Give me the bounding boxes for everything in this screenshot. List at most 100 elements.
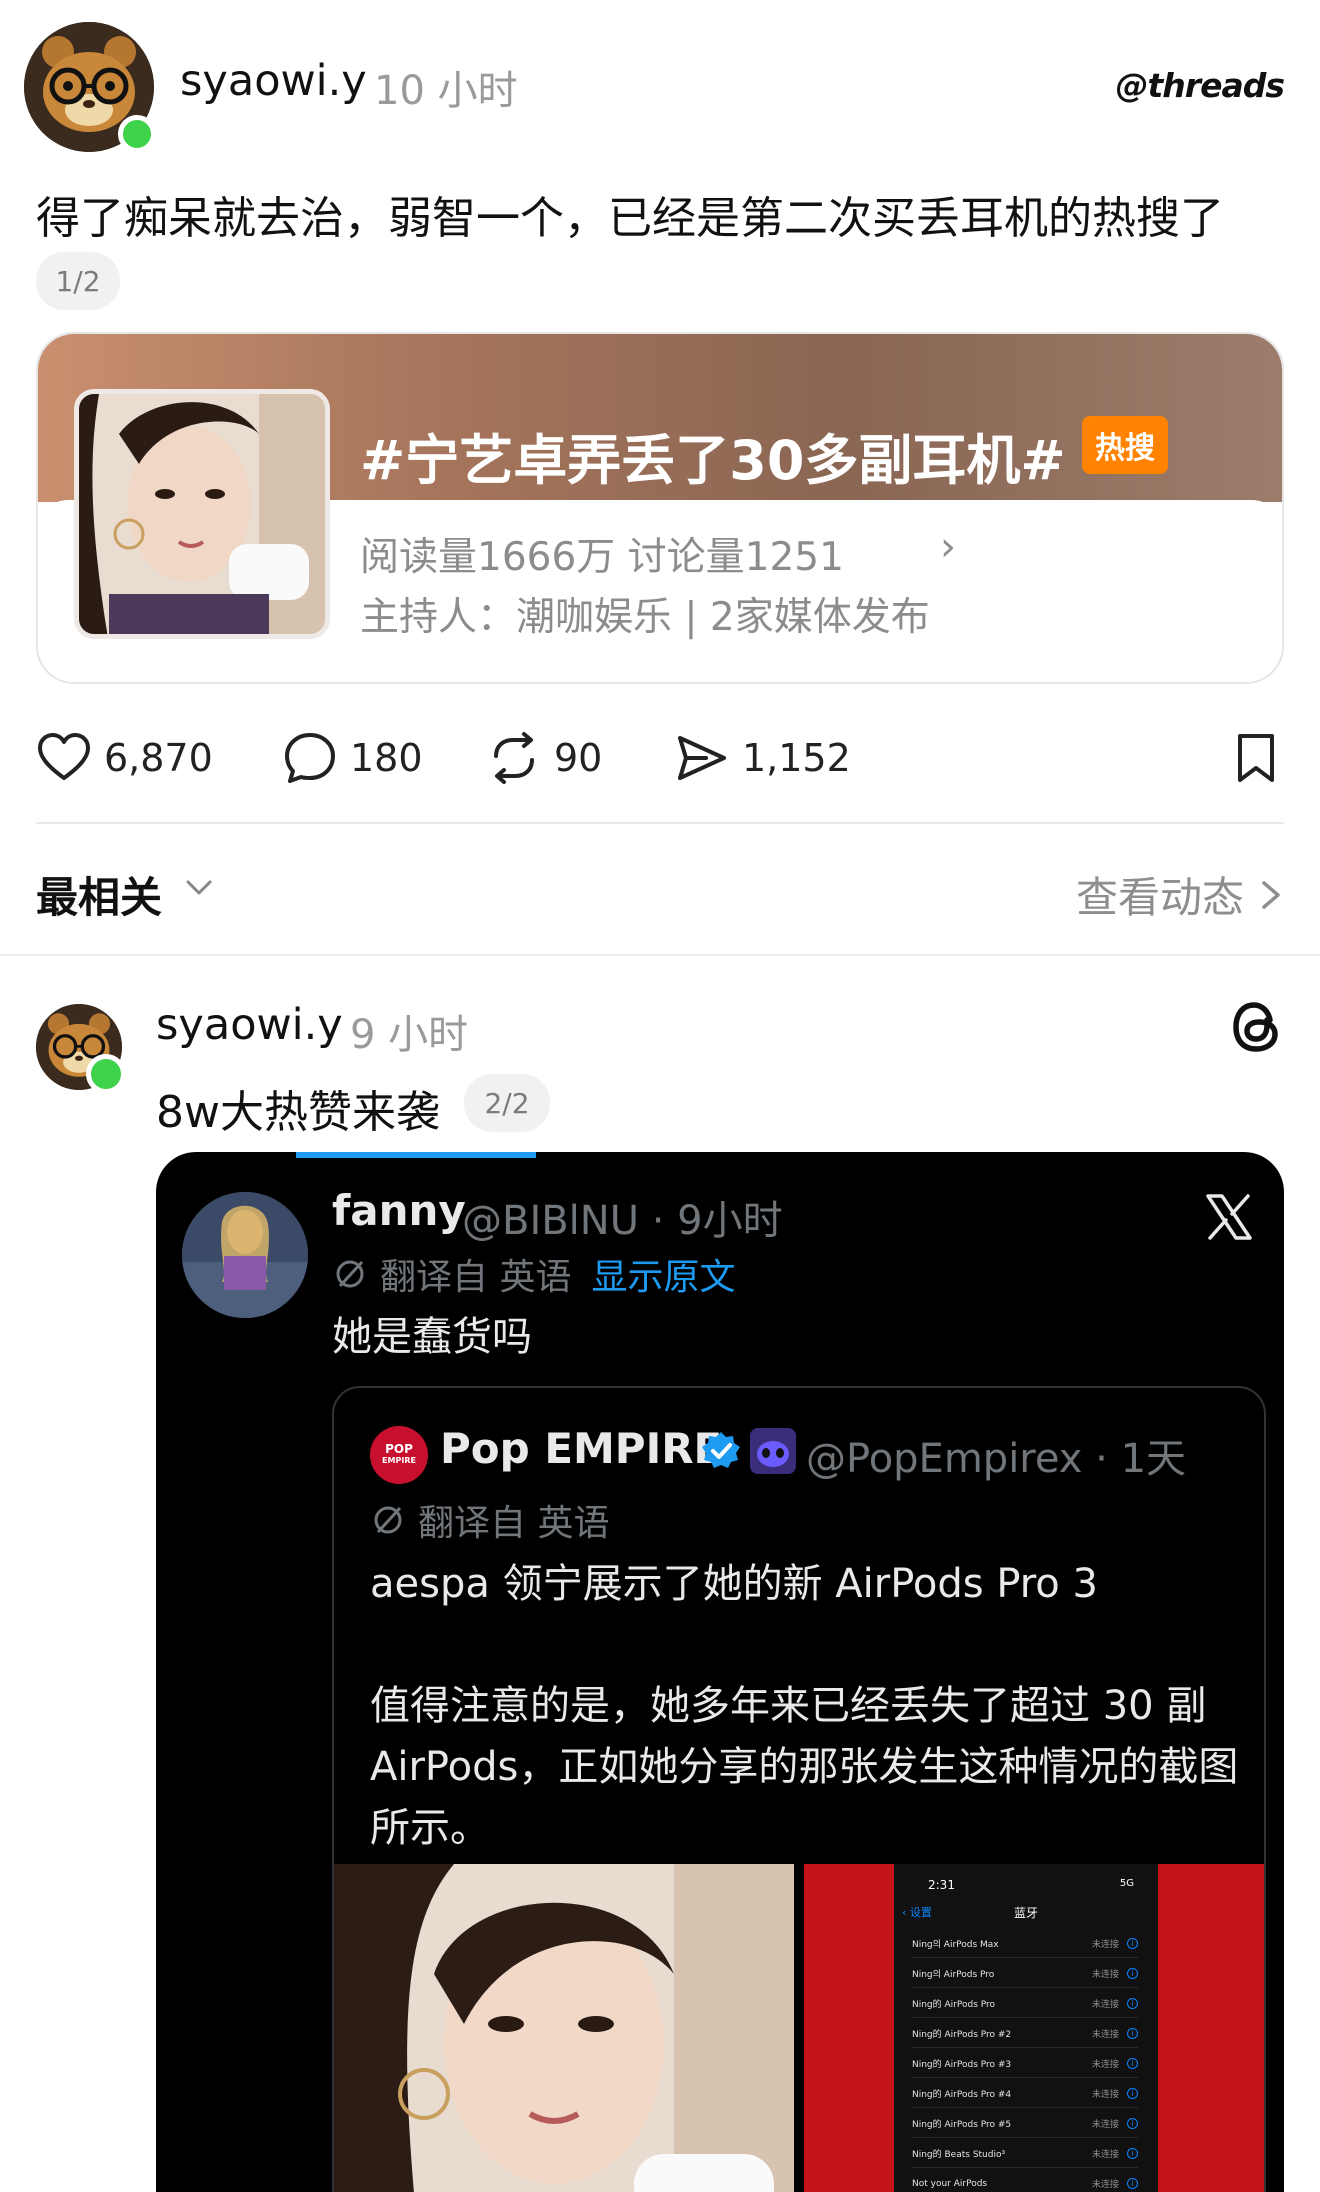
device-row: Ning的 AirPods Pro #2 未连接 i [912, 2020, 1138, 2048]
section-divider [0, 954, 1320, 956]
quoted-display-name: Pop EMPIRE [440, 1424, 723, 1473]
comment-count: 180 [350, 736, 423, 780]
threads-at-icon: @ [1115, 66, 1149, 105]
info-icon: i [1127, 1998, 1138, 2009]
hot-search-thumbnail [74, 389, 330, 639]
comment-icon [285, 733, 335, 783]
device-row: Ning的 AirPods Pro #3 未连接 i [912, 2050, 1138, 2078]
device-state: 未连接 [1091, 1940, 1119, 1950]
hot-search-title: #宁艺卓弄丢了30多副耳机# [360, 429, 1066, 492]
threads-brand-text: threads [1147, 66, 1285, 105]
bookmark-icon [1238, 734, 1274, 782]
device-state: 未连接 [1091, 2090, 1119, 2100]
device-name: Not your AirPods [912, 2178, 988, 2189]
quoted-handle: @PopEmpirex · 1天 [806, 1436, 1187, 1482]
quoted-text-line-2: 值得注意的是，她多年来已经丢失了超过 30 副 AirPods，正如她分享的那张… [370, 1683, 1239, 1851]
quoted-post[interactable]: POP EMPIRE Pop EMPIRE @PopEmpirex · 1天 翻… [332, 1386, 1266, 2192]
x-post-text: 她是蠢货吗 [332, 1314, 532, 1360]
device-state: 未连接 [1091, 2180, 1119, 2190]
online-status-dot [86, 1054, 126, 1094]
view-activity-label: 查看动态 [1075, 873, 1244, 922]
x-translated-from: 翻译自 英语 [380, 1257, 572, 1298]
device-state: 未连接 [1091, 2000, 1119, 2010]
quoted-avatar-text-bottom: EMPIRE [382, 1456, 416, 1465]
x-user-avatar [182, 1192, 308, 1318]
username[interactable]: syaowi.y [156, 1000, 343, 1050]
post-time: 9 小时 [350, 1012, 469, 1058]
info-icon: i [1127, 1938, 1138, 1949]
repost-icon [494, 732, 534, 784]
quoted-photo [334, 1864, 794, 2192]
translate-icon [336, 1260, 364, 1288]
quoted-post-text: aespa 领宁展示了她的新 AirPods Pro 3 值得注意的是，她多年来… [370, 1554, 1250, 1859]
alien-emoji-icon [750, 1428, 796, 1474]
share-button[interactable]: 1,152 [674, 730, 851, 786]
info-icon: i [1127, 2178, 1138, 2189]
embedded-x-screenshot[interactable]: fanny @BIBlNU · 9小时 翻译自 英语 显示原文 她是蠢货吗 PO… [156, 1152, 1284, 2192]
quoted-translated-from: 翻译自 英语 [418, 1503, 610, 1544]
repost-count: 90 [554, 736, 603, 780]
view-activity-link[interactable]: 查看动态 [1076, 864, 1284, 925]
threads-icon[interactable] [1230, 998, 1284, 1056]
post-text: 8w大热赞来袭 [156, 1087, 440, 1138]
like-button[interactable]: 6,870 [36, 730, 213, 786]
post-text: 得了痴呆就去治，弱智一个，已经是第二次买丢耳机的热搜了 [36, 193, 1224, 244]
device-name: Ning的 AirPods Pro #4 [912, 2090, 1012, 2100]
phone-screen: 2:31 5G ‹ 设置 蓝牙 Ning의 AirPods Max 未连接 i Ni… [894, 1864, 1158, 2192]
bookmark-button[interactable] [1228, 730, 1284, 786]
phone-time: 2:31 [928, 1878, 955, 1892]
device-row: Ning的 AirPods Pro 未连接 i [912, 1990, 1138, 2018]
info-icon: i [1127, 2088, 1138, 2099]
device-state: 未连接 [1091, 2030, 1119, 2040]
chevron-right-icon [1262, 880, 1280, 909]
online-status-dot [118, 115, 156, 153]
phone-title: 蓝牙 [1013, 1906, 1038, 1920]
device-row: Not your AirPods 未连接 i [912, 2170, 1138, 2192]
quoted-avatar-text-top: POP [385, 1442, 413, 1456]
x-tab-indicator [296, 1152, 536, 1158]
x-display-name: fanny [332, 1186, 466, 1235]
page-indicator: 2/2 [464, 1074, 550, 1132]
comment-button[interactable]: 180 [282, 730, 423, 786]
info-icon: i [1127, 2148, 1138, 2159]
device-row: Ning的 AirPods Pro #5 未连接 i [912, 2110, 1138, 2138]
username[interactable]: syaowi.y [180, 56, 367, 106]
device-state: 未连接 [1091, 2120, 1119, 2130]
page-indicator: 1/2 [36, 252, 120, 310]
quoted-translation-note: 翻译自 英语 [370, 1494, 609, 1546]
device-state: 未连接 [1091, 1970, 1119, 1980]
phone-status: 5G [1119, 1878, 1134, 1889]
chevron-right-icon: › [940, 524, 956, 570]
device-state: 未连接 [1091, 2060, 1119, 2070]
hot-badge: 热搜 [1082, 416, 1168, 474]
verified-badge-icon [702, 1432, 740, 1468]
share-count: 1,152 [742, 736, 851, 780]
device-row: Ning的 Beats Studio³ 未连接 i [912, 2140, 1138, 2168]
repost-button[interactable]: 90 [486, 730, 602, 786]
send-icon [678, 736, 726, 780]
show-original-link[interactable]: 显示原文 [591, 1248, 735, 1300]
translate-icon [374, 1506, 402, 1534]
x-logo-icon [1206, 1194, 1252, 1240]
sort-dropdown[interactable]: 最相关 [36, 864, 162, 925]
hot-search-host: 主持人：潮咖娱乐 | 2家媒体发布 [360, 595, 930, 640]
bluetooth-screenshot: 2:31 5G ‹ 设置 蓝牙 Ning의 AirPods Max 未连接 i Ni… [804, 1864, 1264, 2192]
quoted-media[interactable]: 2:31 5G ‹ 设置 蓝牙 Ning의 AirPods Max 未连接 i Ni… [334, 1864, 1264, 2192]
device-name: Ning的 AirPods Pro [912, 2000, 996, 2010]
device-row: Ning의 AirPods Pro 未连接 i [912, 1960, 1138, 1988]
device-name: Ning의 AirPods Max [912, 1940, 999, 1950]
hot-search-stats: 阅读量1666万 讨论量1251 [360, 535, 844, 580]
chevron-down-icon[interactable] [182, 870, 216, 904]
info-icon: i [1127, 2058, 1138, 2069]
post-time: 10 小时 [374, 68, 518, 114]
hot-search-card[interactable]: #宁艺卓弄丢了30多副耳机# 热搜 阅读量1666万 讨论量1251 › 主持人… [36, 332, 1284, 684]
device-name: Ning的 AirPods Pro #5 [912, 2120, 1012, 2130]
device-state: 未连接 [1091, 2150, 1119, 2160]
like-count: 6,870 [104, 736, 213, 780]
device-name: Ning的 AirPods Pro #2 [912, 2030, 1012, 2040]
quoted-avatar: POP EMPIRE [370, 1426, 428, 1484]
device-row: Ning의 AirPods Max 未连接 i [912, 1930, 1138, 1958]
info-icon: i [1127, 2118, 1138, 2129]
x-handle: @BIBlNU · 9小时 [462, 1198, 783, 1244]
device-row: Ning的 AirPods Pro #4 未连接 i [912, 2080, 1138, 2108]
